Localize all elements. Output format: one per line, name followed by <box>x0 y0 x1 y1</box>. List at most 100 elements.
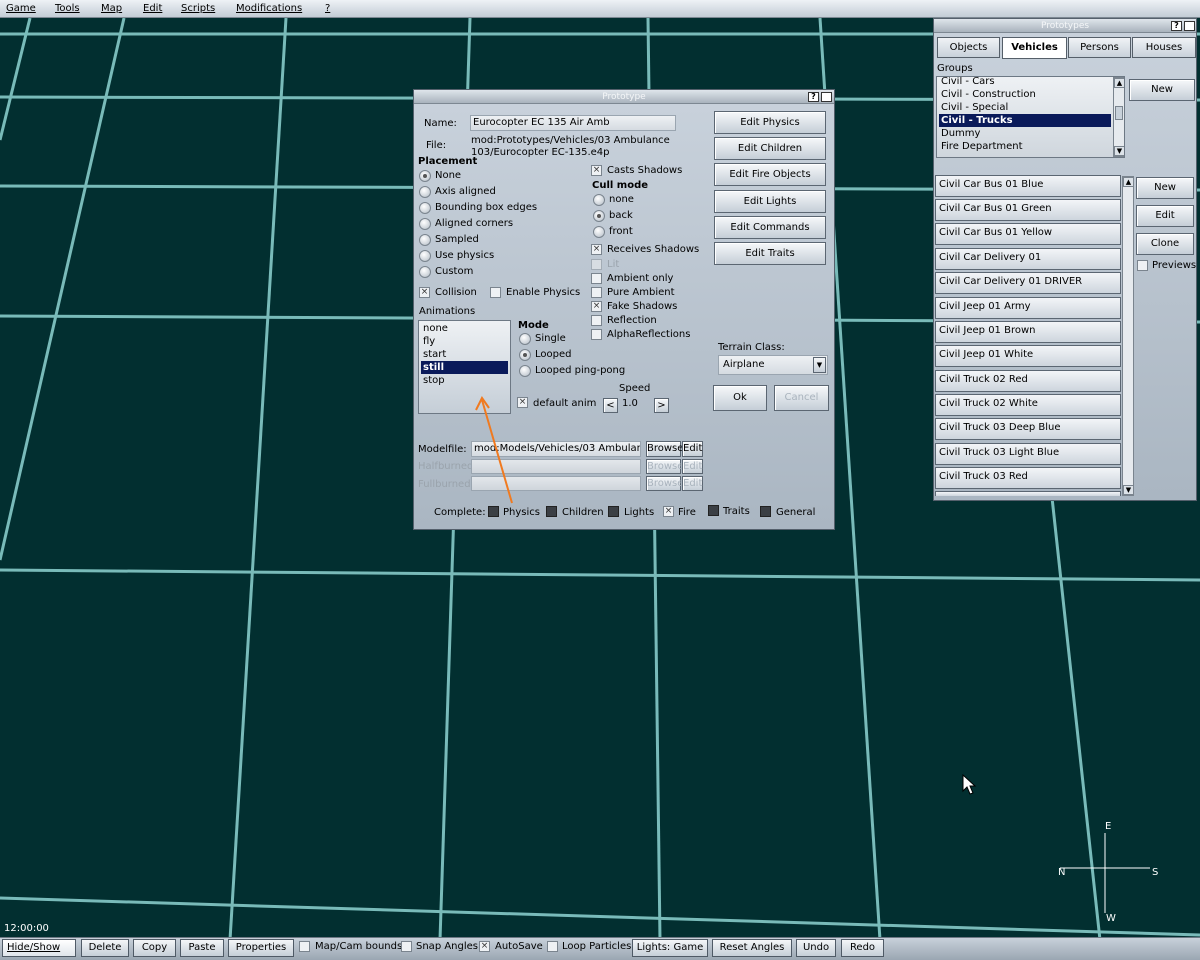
halfburned-edit-button[interactable]: Edit <box>682 459 703 474</box>
edit-fire-objects-button[interactable]: Edit Fire Objects <box>714 163 826 186</box>
map-cam-bounds-checkbox[interactable] <box>299 941 310 952</box>
pure-ambient-checkbox[interactable] <box>591 287 602 298</box>
modelfile-edit-button[interactable]: Edit <box>682 441 703 457</box>
mode-radio-looped-ping-pong[interactable] <box>519 365 531 377</box>
close-icon[interactable] <box>1184 21 1195 31</box>
prototype-item-partial[interactable] <box>935 491 1121 496</box>
copy-button[interactable]: Copy <box>133 939 176 957</box>
halfburned-browse-button[interactable]: Browse <box>646 459 683 474</box>
ambient-only-checkbox[interactable] <box>591 273 602 284</box>
group-item-selected[interactable]: Civil - Trucks <box>939 114 1111 127</box>
speed-increase-button[interactable]: > <box>654 398 669 413</box>
tab-persons[interactable]: Persons <box>1068 37 1131 58</box>
scroll-up-icon[interactable]: ▲ <box>1123 177 1134 187</box>
cull-radio-none[interactable] <box>593 194 605 206</box>
edit-children-button[interactable]: Edit Children <box>714 137 826 160</box>
group-item[interactable]: Civil - Construction <box>939 88 1111 101</box>
help-icon[interactable]: ? <box>808 92 819 102</box>
redo-button[interactable]: Redo <box>841 939 884 957</box>
groups-list[interactable]: Civil - Cars Civil - Construction Civil … <box>936 76 1125 158</box>
chevron-down-icon[interactable]: ▼ <box>813 357 826 373</box>
menu-scripts[interactable]: Scripts <box>181 3 215 14</box>
delete-button[interactable]: Delete <box>81 939 129 957</box>
help-icon[interactable]: ? <box>1171 21 1182 31</box>
animation-item-selected[interactable]: still <box>421 361 508 374</box>
autosave-checkbox[interactable]: × <box>479 941 490 952</box>
group-item[interactable]: Dummy <box>939 127 1111 140</box>
casts-shadows-checkbox[interactable]: × <box>591 165 602 176</box>
scroll-up-icon[interactable]: ▲ <box>1114 78 1124 88</box>
menu-modifications[interactable]: Modifications <box>236 3 302 14</box>
prototype-item[interactable]: Civil Jeep 01 Army <box>935 297 1121 319</box>
prototype-item[interactable]: Civil Car Delivery 01 <box>935 248 1121 270</box>
cull-radio-front[interactable] <box>593 226 605 238</box>
group-item[interactable]: Civil - Cars <box>939 77 1111 88</box>
prototype-item[interactable]: Civil Car Delivery 01 DRIVER <box>935 272 1121 294</box>
prototype-item[interactable]: Civil Truck 03 Light Blue <box>935 443 1121 465</box>
animation-item[interactable]: none <box>421 322 508 335</box>
placement-radio-aligned-corners[interactable] <box>419 218 431 230</box>
close-icon[interactable] <box>821 92 832 102</box>
placement-radio-use-physics[interactable] <box>419 250 431 262</box>
cancel-button[interactable]: Cancel <box>774 385 829 411</box>
placement-radio-custom[interactable] <box>419 266 431 278</box>
terrain-class-select[interactable]: Airplane <box>718 355 828 375</box>
prototype-item[interactable]: Civil Truck 02 White <box>935 394 1121 416</box>
undo-button[interactable]: Undo <box>796 939 836 957</box>
mode-radio-looped[interactable] <box>519 349 531 361</box>
scroll-down-icon[interactable]: ▼ <box>1123 485 1134 495</box>
hide-show-button[interactable]: Hide/Show <box>2 939 76 957</box>
alpha-reflections-checkbox[interactable] <box>591 329 602 340</box>
collision-checkbox[interactable]: × <box>419 287 430 298</box>
placement-radio-sampled[interactable] <box>419 234 431 246</box>
prototype-item[interactable]: Civil Car Bus 01 Blue <box>935 175 1121 197</box>
animation-item[interactable]: fly <box>421 335 508 348</box>
edit-physics-button[interactable]: Edit Physics <box>714 111 826 134</box>
tab-objects[interactable]: Objects <box>937 37 1000 58</box>
cull-radio-back[interactable] <box>593 210 605 222</box>
menu-game[interactable]: Game <box>6 3 36 14</box>
previews-checkbox[interactable] <box>1137 260 1148 271</box>
prototype-item[interactable]: Civil Jeep 01 Brown <box>935 321 1121 343</box>
new-prototype-button[interactable]: New <box>1136 177 1194 199</box>
prototype-item[interactable]: Civil Truck 03 Red <box>935 467 1121 489</box>
group-item[interactable]: Civil - Special <box>939 101 1111 114</box>
loop-particles-checkbox[interactable] <box>547 941 558 952</box>
animation-item[interactable]: start <box>421 348 508 361</box>
name-input[interactable]: Eurocopter EC 135 Air Amb <box>470 115 676 131</box>
edit-commands-button[interactable]: Edit Commands <box>714 216 826 239</box>
fake-shadows-checkbox[interactable]: × <box>591 301 602 312</box>
edit-prototype-button[interactable]: Edit <box>1136 205 1194 227</box>
reflection-checkbox[interactable] <box>591 315 602 326</box>
ok-button[interactable]: Ok <box>713 385 767 411</box>
prototype-scrollbar[interactable]: ▲ ▼ <box>1122 176 1134 496</box>
groups-scrollbar[interactable]: ▲ ▼ <box>1113 77 1124 157</box>
menu-map[interactable]: Map <box>101 3 122 14</box>
reset-angles-button[interactable]: Reset Angles <box>712 939 792 957</box>
prototype-item[interactable]: Civil Car Bus 01 Green <box>935 199 1121 221</box>
prototype-item[interactable]: Civil Car Bus 01 Yellow <box>935 223 1121 245</box>
menu-tools[interactable]: Tools <box>55 3 80 14</box>
menu-help[interactable]: ? <box>325 3 330 14</box>
scroll-down-icon[interactable]: ▼ <box>1114 146 1124 156</box>
edit-lights-button[interactable]: Edit Lights <box>714 190 826 213</box>
prototype-item[interactable]: Civil Jeep 01 White <box>935 345 1121 367</box>
clone-prototype-button[interactable]: Clone <box>1136 233 1194 255</box>
lit-checkbox[interactable] <box>591 259 602 270</box>
fullburned-browse-button[interactable]: Browse <box>646 476 683 491</box>
speed-decrease-button[interactable]: < <box>603 398 618 413</box>
modelfile-browse-button[interactable]: Browse <box>646 441 683 457</box>
group-item[interactable]: Fire Department <box>939 140 1111 153</box>
tab-vehicles[interactable]: Vehicles <box>1002 37 1067 59</box>
properties-button[interactable]: Properties <box>228 939 294 957</box>
placement-radio-none[interactable] <box>419 170 431 182</box>
placement-radio-bounding-box[interactable] <box>419 202 431 214</box>
enable-physics-checkbox[interactable] <box>490 287 501 298</box>
scroll-thumb[interactable] <box>1115 106 1123 120</box>
tab-houses[interactable]: Houses <box>1132 37 1196 58</box>
placement-radio-axis-aligned[interactable] <box>419 186 431 198</box>
edit-traits-button[interactable]: Edit Traits <box>714 242 826 265</box>
fullburned-edit-button[interactable]: Edit <box>682 476 703 491</box>
lights-mode-button[interactable]: Lights: Game <box>632 939 708 957</box>
prototype-item[interactable]: Civil Truck 02 Red <box>935 370 1121 392</box>
